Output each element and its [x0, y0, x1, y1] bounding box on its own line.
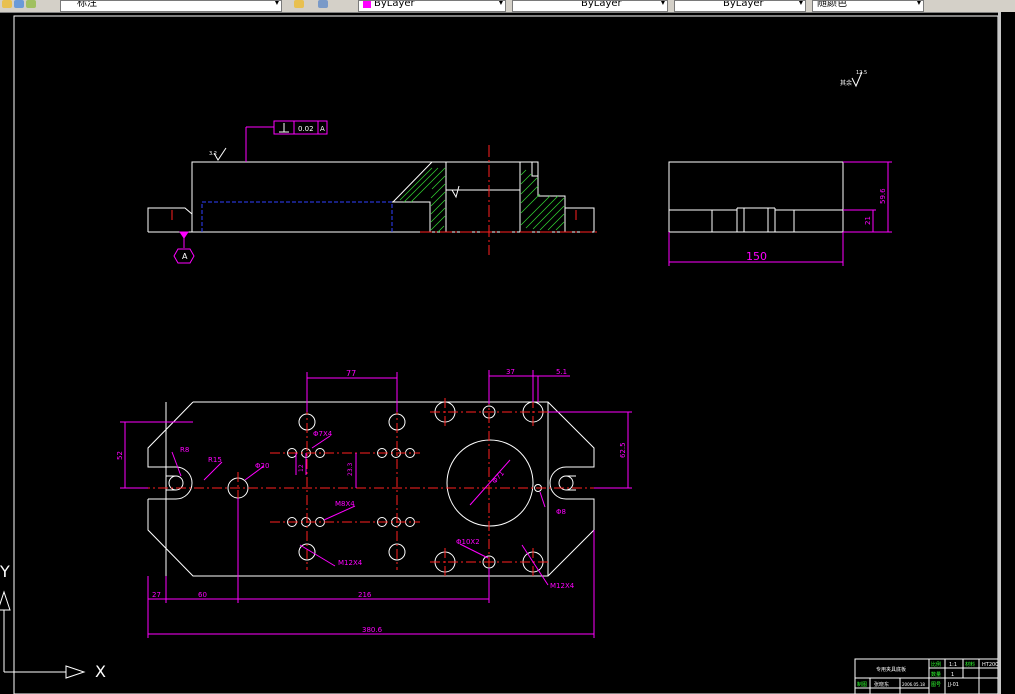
top-view-outline — [147, 401, 595, 577]
section-hatching — [399, 167, 565, 233]
top-view-dimensions — [120, 370, 632, 638]
right-view-height: 59.6 — [879, 188, 887, 204]
title-block — [854, 658, 999, 694]
roughness-note-value: 12.5 — [856, 70, 867, 76]
dim-37: 37 — [506, 368, 515, 376]
dim-r8: R8 — [180, 446, 189, 454]
flatness-datum: A — [320, 125, 325, 133]
dim-60: 60 — [198, 591, 207, 599]
title-ratio-label: 比例 — [931, 661, 941, 668]
flatness-value: 0.02 — [298, 125, 314, 133]
dim-m8x4: M8X4 — [335, 500, 355, 508]
dim-phi7x4: Φ7X4 — [313, 430, 333, 438]
title-qty: 1 — [951, 672, 954, 678]
title-drawn-label: 制图 — [857, 681, 867, 688]
title-qty-label: 数量 — [931, 671, 941, 678]
dim-77: 77 — [346, 369, 356, 378]
dim-23-3: 23.3 — [347, 462, 354, 476]
dim-5-1: 5.1 — [556, 368, 567, 376]
dim-phi8: Φ8 — [556, 508, 566, 516]
flatness-frame — [173, 120, 328, 264]
front-roughness-value: 3.2 — [209, 151, 217, 157]
right-view-dims — [668, 161, 892, 266]
dim-phi10x2: Φ10X2 — [456, 538, 480, 546]
flatness-symbols — [279, 123, 289, 133]
drawing-canvas[interactable]: 0.02 A A 3.2 其余 12.5 150 59.6 21 77 37 5… — [0, 0, 1015, 694]
title-material: HT200 — [982, 662, 998, 668]
title-sheet: JJ-01 — [947, 682, 959, 688]
dim-27: 27 — [152, 591, 161, 599]
title-ratio: 1:1 — [949, 662, 957, 668]
top-view-centerlines — [140, 395, 604, 590]
dim-r15: R15 — [208, 456, 222, 464]
title-date: 2006.05.18 — [902, 682, 925, 687]
dim-216: 216 — [358, 591, 372, 599]
dim-52: 52 — [116, 451, 124, 460]
dim-m12x4-right: M12X4 — [550, 582, 575, 590]
title-material-label: 材料 — [965, 661, 975, 668]
dim-380-6: 380.6 — [362, 626, 383, 634]
dim-m12x4-left: M12X4 — [338, 559, 363, 567]
title-sheet-label: 图号 — [931, 682, 941, 688]
dim-62-5: 62.5 — [619, 442, 627, 458]
datum-bubble-letter: A — [182, 252, 188, 261]
ucs-icon — [0, 590, 86, 679]
vertical-scrollbar[interactable] — [1001, 12, 1015, 694]
ucs-x-label: X — [95, 662, 106, 681]
right-view — [668, 161, 844, 233]
title-drawn-by: 张晓东 — [874, 681, 889, 688]
right-view-step: 21 — [864, 216, 872, 225]
dim-12: 12 — [298, 464, 305, 472]
dim-phi20: Φ20 — [255, 462, 269, 470]
right-view-width: 150 — [746, 250, 767, 263]
ucs-y-label: Y — [0, 562, 10, 581]
roughness-note: 其余 — [840, 79, 852, 87]
dim-phi71: Φ71 — [491, 469, 507, 485]
top-view-holes — [287, 401, 544, 573]
title-name: 专用夹具底板 — [876, 666, 906, 673]
drawing-border — [13, 15, 999, 694]
